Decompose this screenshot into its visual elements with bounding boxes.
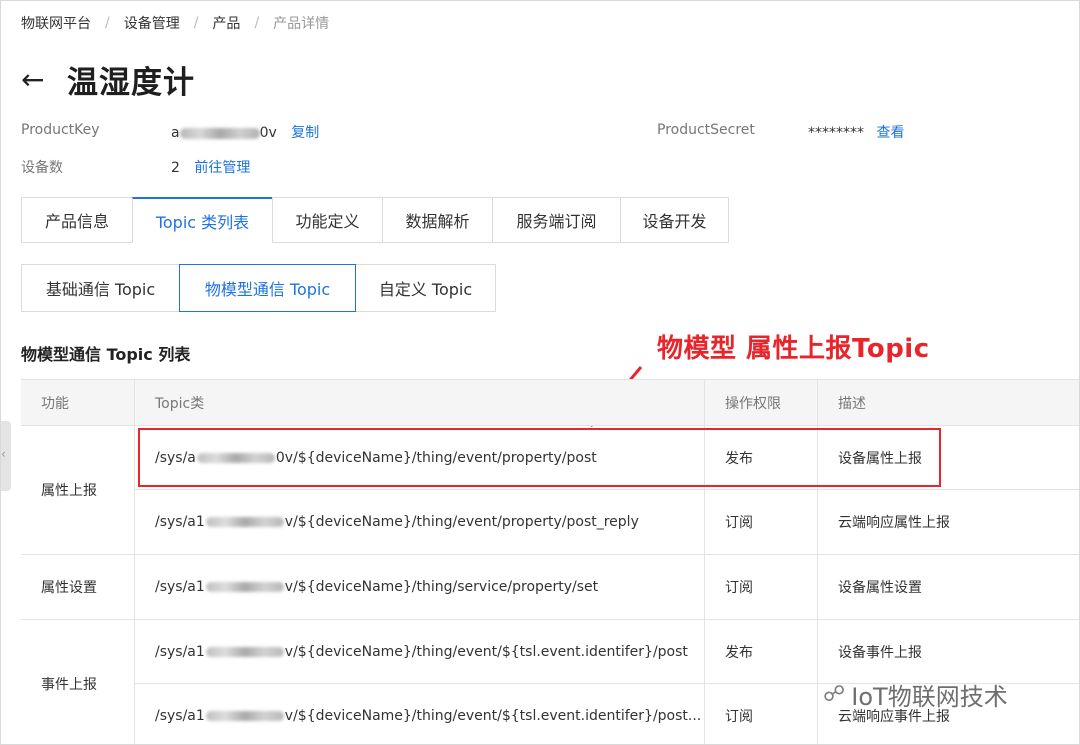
annotation-label: 物模型 属性上报Topic — [657, 334, 930, 364]
topic-subtabs: 基础通信 Topic 物模型通信 Topic 自定义 Topic — [21, 264, 496, 312]
manage-devices-link[interactable]: 前往管理 — [194, 160, 250, 176]
product-key-label: ProductKey — [21, 122, 100, 138]
description-cell: 设备属性设置 — [838, 580, 922, 596]
breadcrumb-separator: / — [105, 15, 110, 31]
chevron-left-icon: ‹ — [1, 447, 6, 461]
header-description: 描述 — [838, 395, 866, 412]
header-permission: 操作权限 — [705, 380, 818, 425]
header-function: 功能 — [21, 380, 135, 425]
breadcrumb-product[interactable]: 产品 — [212, 13, 240, 33]
wechat-icon: ☍ — [823, 682, 846, 707]
table-row[interactable]: /sys/a1 v/${deviceName}/thing/service/pro… — [135, 555, 1079, 619]
description-cell: 设备事件上报 — [838, 644, 922, 661]
table-header: 功能 Topic类 操作权限 描述 — [21, 380, 1079, 426]
window: 物联网平台 / 设备管理 / 产品 / 产品详情 ← 温湿度计 ProductK… — [0, 0, 1080, 745]
permission-cell: 订阅 — [705, 684, 818, 744]
table-row[interactable]: /sys/a1 v/${deviceName}/thing/event/prope… — [135, 490, 1079, 554]
function-cell: 属性上报 — [21, 426, 135, 554]
redacted-text — [205, 582, 284, 592]
product-tabs: 产品信息 Topic 类列表 功能定义 数据解析 服务端订阅 设备开发 — [21, 197, 729, 243]
topic-cell: /sys/a1 v/${deviceName}/thing/event/${tsl… — [135, 620, 705, 683]
topic-cell: /sys/a1 v/${deviceName}/thing/event/prope… — [135, 490, 705, 554]
breadcrumb-device-management[interactable]: 设备管理 — [124, 13, 180, 33]
view-secret-link[interactable]: 查看 — [876, 125, 904, 141]
header-topic: Topic类 — [135, 380, 705, 425]
watermark: ☍ IoT物联网技术 — [823, 677, 1008, 712]
redacted-text — [205, 646, 284, 657]
breadcrumb: 物联网平台 / 设备管理 / 产品 / 产品详情 — [21, 13, 329, 33]
table-row[interactable]: /sys/a1 v/${deviceName}/thing/event/${tsl… — [135, 620, 1079, 684]
copy-link[interactable]: 复制 — [291, 125, 319, 141]
section-title: 物模型通信 Topic 列表 — [21, 345, 191, 364]
permission-cell: 订阅 — [705, 490, 818, 554]
subtab-custom-topic[interactable]: 自定义 Topic — [355, 264, 496, 312]
function-cell: 事件上报 — [21, 620, 135, 744]
table-group-property-set: 属性设置 /sys/a1 v/${deviceName}/thing/servic… — [21, 555, 1079, 620]
tab-function-definition[interactable]: 功能定义 — [272, 197, 382, 243]
description-cell: 云端响应属性上报 — [838, 515, 950, 531]
tab-data-parsing[interactable]: 数据解析 — [382, 197, 492, 243]
redacted-text — [205, 711, 284, 721]
product-secret-value: ******** 查看 — [808, 125, 905, 141]
permission-cell: 发布 — [705, 620, 818, 683]
tab-device-development[interactable]: 设备开发 — [620, 197, 729, 243]
tab-product-info[interactable]: 产品信息 — [21, 197, 132, 243]
product-key-value: a 0v 复制 — [171, 125, 320, 141]
tab-topic-list[interactable]: Topic 类列表 — [132, 197, 272, 243]
redacted-text — [179, 127, 260, 139]
back-arrow-icon[interactable]: ← — [21, 65, 51, 94]
redacted-text — [205, 517, 284, 527]
breadcrumb-separator: / — [254, 15, 260, 31]
highlight-box — [138, 428, 941, 487]
subtab-basic-topic[interactable]: 基础通信 Topic — [21, 264, 180, 312]
device-count-label: 设备数 — [21, 160, 63, 176]
breadcrumb-iot-platform[interactable]: 物联网平台 — [21, 13, 91, 33]
product-secret-label: ProductSecret — [657, 122, 755, 138]
breadcrumb-product-detail: 产品详情 — [273, 16, 330, 32]
topic-cell: /sys/a1 v/${deviceName}/thing/event/${tsl… — [135, 684, 705, 744]
permission-cell: 订阅 — [705, 555, 818, 619]
device-count-value: 2 前往管理 — [171, 160, 251, 176]
title-row: ← 温湿度计 — [21, 57, 195, 102]
breadcrumb-separator: / — [193, 15, 199, 31]
tab-server-subscription[interactable]: 服务端订阅 — [492, 197, 620, 243]
function-cell: 属性设置 — [21, 555, 135, 619]
page-title: 温湿度计 — [67, 65, 195, 101]
watermark-text: IoT物联网技术 — [851, 683, 1008, 711]
subtab-thing-model-topic[interactable]: 物模型通信 Topic — [179, 264, 356, 312]
topic-cell: /sys/a1 v/${deviceName}/thing/service/pro… — [135, 555, 705, 619]
